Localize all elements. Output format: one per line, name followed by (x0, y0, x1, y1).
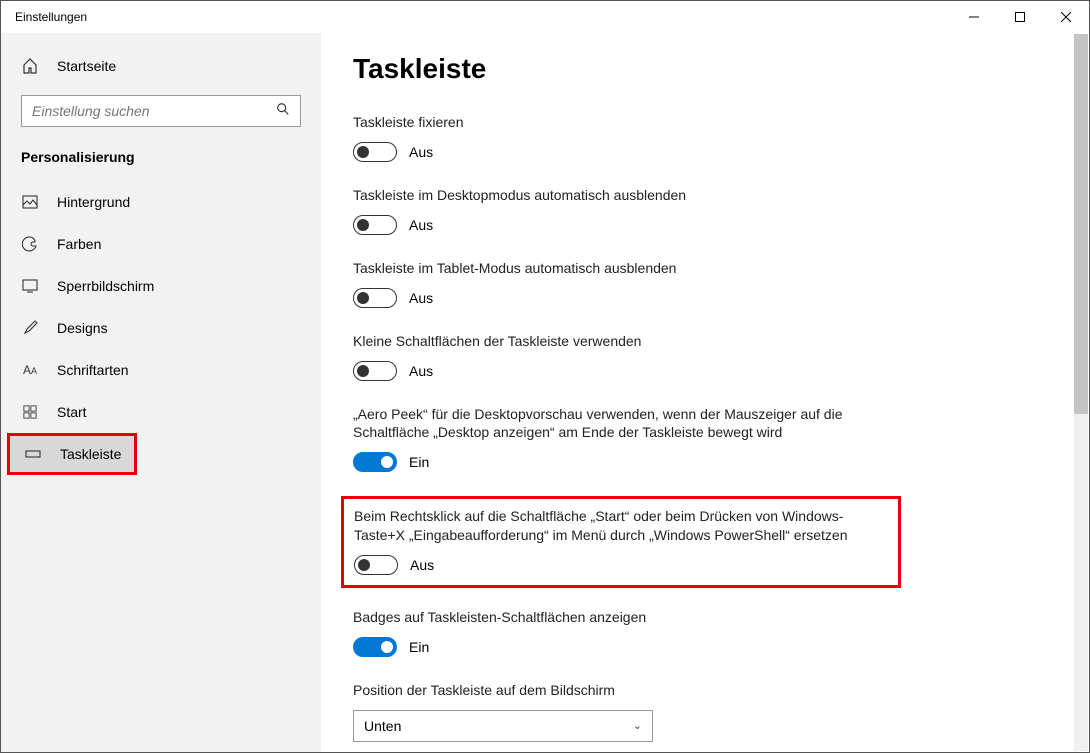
maximize-button[interactable] (997, 1, 1043, 33)
setting-position: Position der Taskleiste auf dem Bildschi… (353, 681, 893, 742)
toggle-state-label: Aus (410, 557, 434, 573)
setting-label: Beim Rechtsklick auf die Schaltfläche „S… (354, 507, 888, 545)
setting-label: Taskleiste im Desktopmodus automatisch a… (353, 186, 893, 205)
toggle-state-label: Aus (409, 144, 433, 160)
sidebar-item-label: Start (57, 404, 87, 420)
home-label: Startseite (57, 58, 116, 74)
brush-icon (21, 319, 39, 337)
select-value: Unten (364, 718, 401, 734)
sidebar-item-label: Farben (57, 236, 101, 252)
scrollbar-thumb[interactable] (1074, 34, 1088, 414)
setting-label: „Aero Peek“ für die Desktopvorschau verw… (353, 405, 893, 443)
toggle-switch[interactable] (353, 142, 397, 162)
toggle-state-label: Ein (409, 639, 429, 655)
window-title: Einstellungen (15, 10, 951, 24)
sidebar-item-label: Schriftarten (57, 362, 129, 378)
start-icon (21, 403, 39, 421)
search-input[interactable] (21, 95, 301, 127)
page-title: Taskleiste (353, 53, 1049, 85)
home-icon (21, 57, 39, 75)
search-icon (276, 102, 290, 121)
sidebar-item-farben[interactable]: Farben (1, 223, 321, 265)
toggle-switch[interactable] (353, 637, 397, 657)
sidebar-item-hintergrund[interactable]: Hintergrund (1, 181, 321, 223)
setting-label: Kleine Schaltflächen der Taskleiste verw… (353, 332, 893, 351)
toggle-switch[interactable] (353, 288, 397, 308)
taskbar-icon (24, 445, 42, 463)
setting-label: Taskleiste fixieren (353, 113, 893, 132)
toggle-state-label: Aus (409, 290, 433, 306)
sidebar-item-label: Designs (57, 320, 108, 336)
home-link[interactable]: Startseite (1, 47, 321, 85)
sidebar-item-label: Taskleiste (60, 446, 121, 462)
close-button[interactable] (1043, 1, 1089, 33)
chevron-down-icon: ⌄ (633, 719, 642, 732)
sidebar-item-start[interactable]: Start (1, 391, 321, 433)
sidebar-item-sperrbildschirm[interactable]: Sperrbildschirm (1, 265, 321, 307)
sidebar-item-label: Sperrbildschirm (57, 278, 154, 294)
toggle-switch[interactable] (353, 215, 397, 235)
lockscreen-icon (21, 277, 39, 295)
sidebar: Startseite Personalisierung Hintergrund … (1, 33, 321, 752)
toggle-switch[interactable] (354, 555, 398, 575)
setting-label: Position der Taskleiste auf dem Bildschi… (353, 681, 893, 700)
position-select[interactable]: Unten ⌄ (353, 710, 653, 742)
toggle-state-label: Aus (409, 363, 433, 379)
toggle-state-label: Ein (409, 454, 429, 470)
font-icon: AA (21, 361, 39, 379)
toggle-switch[interactable] (353, 361, 397, 381)
section-label: Personalisierung (1, 143, 321, 181)
setting-item: Kleine Schaltflächen der Taskleiste verw… (353, 332, 893, 381)
main-content: Taskleiste Taskleiste fixierenAusTasklei… (321, 33, 1089, 752)
setting-item: Beim Rechtsklick auf die Schaltfläche „S… (341, 496, 901, 588)
setting-item: Taskleiste fixieren Aus (353, 113, 893, 162)
setting-label: Taskleiste im Tablet-Modus automatisch a… (353, 259, 893, 278)
sidebar-item-designs[interactable]: Designs (1, 307, 321, 349)
sidebar-item-schriftarten[interactable]: AA Schriftarten (1, 349, 321, 391)
setting-item: Taskleiste im Tablet-Modus automatisch a… (353, 259, 893, 308)
toggle-state-label: Aus (409, 217, 433, 233)
setting-label: Badges auf Taskleisten-Schaltflächen anz… (353, 608, 893, 627)
sidebar-item-label: Hintergrund (57, 194, 130, 210)
image-icon (21, 193, 39, 211)
setting-item: „Aero Peek“ für die Desktopvorschau verw… (353, 405, 893, 473)
toggle-switch[interactable] (353, 452, 397, 472)
setting-item: Taskleiste im Desktopmodus automatisch a… (353, 186, 893, 235)
setting-item: Badges auf Taskleisten-Schaltflächen anz… (353, 608, 893, 657)
palette-icon (21, 235, 39, 253)
minimize-button[interactable] (951, 1, 997, 33)
sidebar-item-taskleiste[interactable]: Taskleiste (10, 436, 134, 472)
